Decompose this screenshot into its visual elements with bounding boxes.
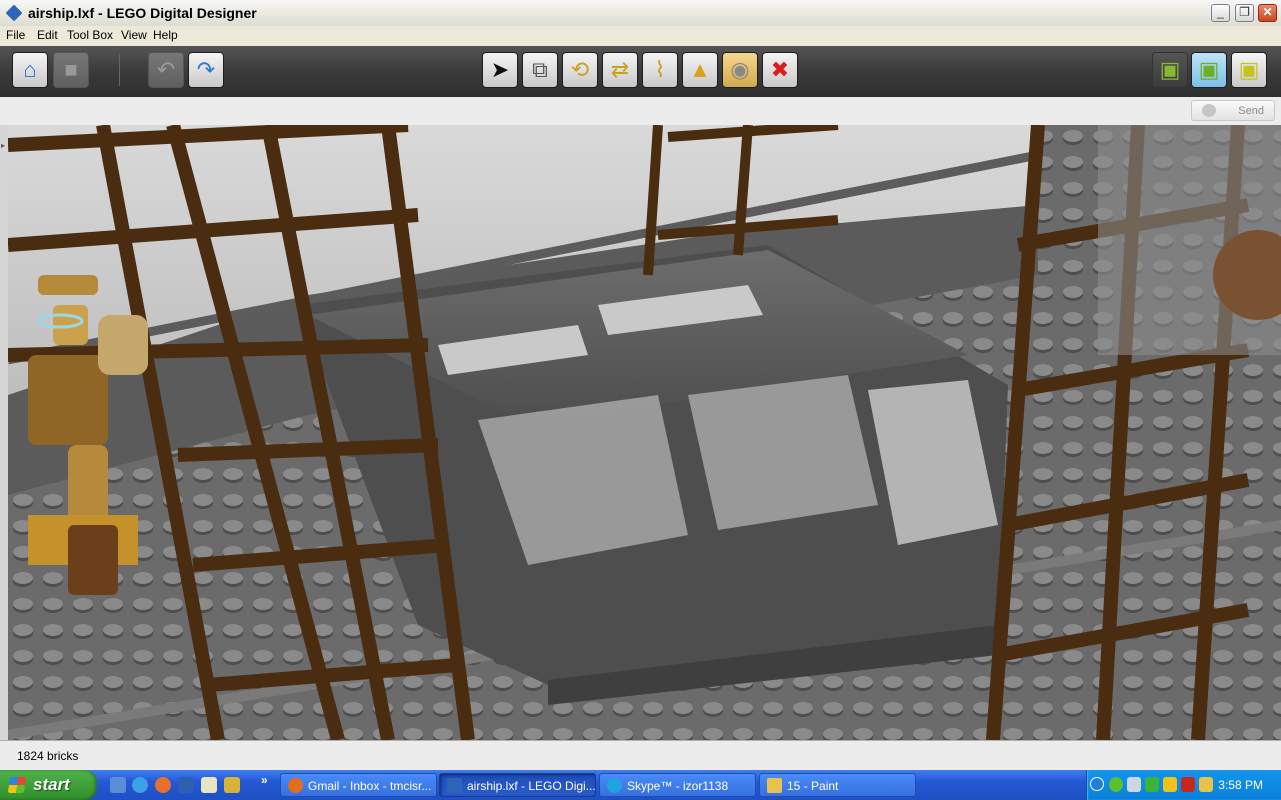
menu-toolbox[interactable]: Tool Box bbox=[67, 28, 113, 42]
disk-icon: ■ bbox=[64, 57, 78, 82]
taskbar-item-skype[interactable]: Skype™ - izor1138 bbox=[599, 773, 756, 797]
hinge-icon: ⟲ bbox=[570, 57, 590, 82]
building-guide-mode-button[interactable]: ▣ bbox=[1231, 52, 1267, 88]
paint-icon bbox=[767, 778, 782, 793]
skype-icon bbox=[607, 778, 622, 793]
build-mode-button[interactable]: ▣ bbox=[1152, 52, 1188, 88]
build-mode-icon: ▣ bbox=[1159, 57, 1181, 82]
select-tool-button[interactable]: ➤ bbox=[482, 52, 518, 88]
menu-view[interactable]: View bbox=[121, 28, 147, 42]
clone-tool-button[interactable]: ⧉ bbox=[522, 52, 558, 88]
clock[interactable]: 3:58 PM bbox=[1218, 778, 1263, 792]
tray-expand-icon[interactable] bbox=[1090, 777, 1104, 791]
task-label: Skype™ - izor1138 bbox=[627, 779, 729, 793]
redo-button[interactable]: ↷ bbox=[188, 52, 224, 88]
task-label: 15 - Paint bbox=[787, 779, 839, 793]
toolbar-separator bbox=[119, 54, 120, 86]
task-label: airship.lxf - LEGO Digi... bbox=[467, 779, 596, 793]
taskbar-item-gmail[interactable]: Gmail - Inbox - tmcisr... bbox=[280, 773, 437, 797]
hinge-align-tool-button[interactable]: ⇄ bbox=[602, 52, 638, 88]
lego-app-icon bbox=[5, 4, 23, 22]
delete-x-icon: ✖ bbox=[770, 57, 790, 82]
taskbar-item-paint[interactable]: 15 - Paint bbox=[759, 773, 916, 797]
main-toolbar: ⌂ ■ ↶ ↷ ➤ ⧉ ⟲ ⇄ ⌇ ▲ ◉ ✖ ▣ ▣ ▣ bbox=[0, 46, 1281, 97]
windows-taskbar: start » Gmail - Inbox - tmcisr... airshi… bbox=[0, 770, 1281, 800]
hinge-tool-button[interactable]: ⟲ bbox=[562, 52, 598, 88]
word-icon[interactable] bbox=[178, 777, 194, 793]
menu-file[interactable]: File bbox=[6, 28, 25, 42]
title-bar: airship.lxf - LEGO Digital Designer _ ❐ … bbox=[0, 0, 1281, 27]
utility-icon[interactable] bbox=[224, 777, 240, 793]
signal-bars-icon[interactable] bbox=[1145, 777, 1159, 792]
cursor-icon: ➤ bbox=[490, 57, 510, 82]
firefox-icon bbox=[288, 778, 303, 793]
messenger-icon[interactable] bbox=[1163, 777, 1177, 792]
flex-tool-button[interactable]: ⌇ bbox=[642, 52, 678, 88]
house-icon: ⌂ bbox=[23, 57, 37, 82]
quick-launch-chevron[interactable]: » bbox=[261, 773, 268, 787]
undo-button[interactable]: ↶ bbox=[148, 52, 184, 88]
hinge-align-icon: ⇄ bbox=[610, 57, 630, 82]
view-mode-button[interactable]: ▣ bbox=[1191, 52, 1227, 88]
menu-edit[interactable]: Edit bbox=[37, 28, 58, 42]
maximize-button[interactable]: ❐ bbox=[1235, 4, 1254, 22]
paint-tray-icon[interactable] bbox=[1199, 777, 1213, 792]
delete-tool-button[interactable]: ✖ bbox=[762, 52, 798, 88]
close-button[interactable]: ✕ bbox=[1258, 4, 1277, 22]
expand-arrows-icon: ▸ bbox=[1, 141, 6, 150]
send-label: Send bbox=[1238, 105, 1264, 117]
send-button[interactable]: Send bbox=[1191, 100, 1275, 121]
paint-tool-button[interactable]: ▲ bbox=[682, 52, 718, 88]
task-label: Gmail - Inbox - tmcisr... bbox=[308, 779, 432, 793]
outlook-icon[interactable] bbox=[201, 777, 217, 793]
menu-bar: File Edit Tool Box View Help bbox=[0, 26, 1281, 47]
send-globe-icon bbox=[1202, 104, 1216, 117]
redo-arrow-icon: ↷ bbox=[196, 57, 216, 82]
secondary-bar: Send bbox=[0, 97, 1281, 126]
home-button[interactable]: ⌂ bbox=[12, 52, 48, 88]
hide-icon: ◉ bbox=[730, 57, 750, 82]
clone-brick-icon: ⧉ bbox=[532, 57, 548, 82]
lego-model-scene bbox=[8, 125, 1281, 740]
view-mode-icon: ▣ bbox=[1198, 57, 1220, 82]
3d-viewport[interactable] bbox=[8, 125, 1281, 740]
bluetooth-icon[interactable] bbox=[1181, 777, 1195, 792]
start-label: start bbox=[33, 775, 70, 794]
paint-bucket-icon: ▲ bbox=[689, 57, 711, 82]
security-shield-icon[interactable] bbox=[1109, 777, 1123, 792]
system-tray: 3:58 PM bbox=[1086, 770, 1281, 800]
flex-icon: ⌇ bbox=[654, 57, 666, 82]
building-guide-icon: ▣ bbox=[1238, 57, 1260, 82]
start-button[interactable]: start bbox=[0, 770, 97, 800]
show-desktop-icon[interactable] bbox=[110, 777, 126, 793]
undo-arrow-icon: ↶ bbox=[156, 57, 176, 82]
firefox-icon[interactable] bbox=[155, 777, 171, 793]
save-button[interactable]: ■ bbox=[53, 52, 89, 88]
cabin-window-right bbox=[688, 375, 878, 530]
menu-help[interactable]: Help bbox=[153, 28, 178, 42]
hide-tool-button[interactable]: ◉ bbox=[722, 52, 758, 88]
brick-count: 1824 bricks bbox=[17, 749, 79, 763]
minimize-button[interactable]: _ bbox=[1211, 4, 1230, 22]
network-icon[interactable] bbox=[1127, 777, 1141, 792]
status-bar: 1824 bricks bbox=[0, 740, 1281, 771]
ie-icon[interactable] bbox=[132, 777, 148, 793]
taskbar-item-lego[interactable]: airship.lxf - LEGO Digi... bbox=[439, 773, 596, 797]
window-title: airship.lxf - LEGO Digital Designer bbox=[28, 5, 257, 21]
lego-app-icon bbox=[447, 778, 462, 793]
windows-flag-icon bbox=[7, 777, 27, 793]
